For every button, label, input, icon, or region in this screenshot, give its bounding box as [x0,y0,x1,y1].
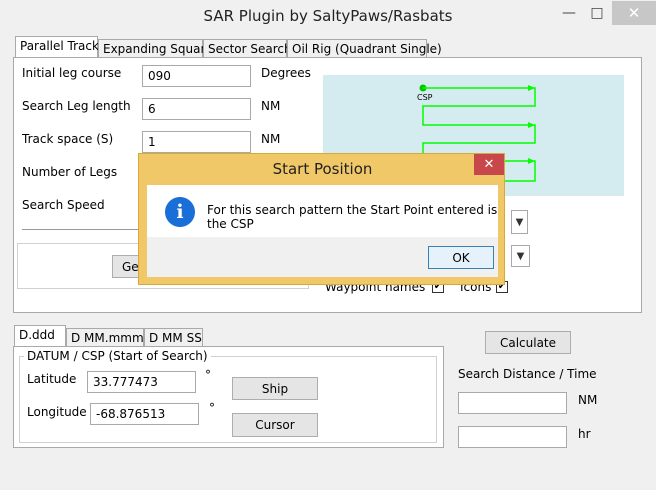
track-space-label: Track space (S) [22,132,114,146]
time-unit: hr [578,427,591,441]
dialog-title: Start Position [272,160,373,178]
distance-unit: NM [578,393,598,407]
search-leg-length-input[interactable]: 6 [142,98,251,120]
csp-label: CSP [417,93,433,102]
datum-group-label: DATUM / CSP (Start of Search) [24,349,211,363]
close-icon[interactable]: ✕ [474,154,504,175]
chevron-down-icon[interactable]: ▼ [511,210,528,234]
search-speed-label: Search Speed [22,198,105,212]
tab-label: D MM.mmm [71,331,144,345]
chevron-down-icon[interactable]: ▼ [511,245,530,267]
tab-parallel-track[interactable]: Parallel Track [15,36,99,58]
tab-d-mm-mmm[interactable]: D MM.mmm [66,328,144,347]
tab-expanding-square[interactable]: Expanding Square [98,39,213,58]
track-arrow [528,85,535,91]
cursor-button[interactable]: Cursor [232,413,318,437]
longitude-unit: ° [209,401,215,415]
title-bar: SAR Plugin by SaltyPaws/Rasbats — □ ✕ [0,0,656,33]
longitude-label: Longitude [27,405,87,419]
datum-group [19,356,437,443]
dialog-message: For this search pattern the Start Point … [207,203,498,231]
info-icon: i [165,197,195,227]
tab-label: Sector Search [208,42,292,56]
calculate-button-label: Calculate [499,335,557,350]
search-distance-time-label: Search Distance / Time [458,367,597,381]
tab-label: Expanding Square [103,42,213,56]
ok-button[interactable]: OK [428,246,494,269]
dialog-footer: OK [147,237,498,277]
divider [22,229,142,230]
close-icon[interactable]: ✕ [612,1,656,25]
tab-d-mm-ss[interactable]: D MM SS [144,328,203,347]
tab-label: D MM SS [149,331,202,345]
calculate-button[interactable]: Calculate [485,331,571,354]
maximize-icon[interactable]: □ [584,1,610,25]
longitude-input[interactable]: -68.876513 [90,403,199,425]
generate-button-label: Ge [122,259,139,274]
latitude-label: Latitude [27,372,77,386]
tab-label: D.ddd [19,328,55,342]
tab-label: Parallel Track [20,39,99,53]
ship-button-label: Ship [261,381,289,396]
search-leg-length-unit: NM [261,99,281,113]
initial-leg-course-unit: Degrees [261,66,311,80]
tab-sector-search[interactable]: Sector Search [203,39,292,58]
minimize-icon[interactable]: — [556,1,582,25]
track-space-input[interactable]: 1 [142,131,251,153]
start-position-dialog: Start Position ✕ i For this search patte… [138,153,505,285]
ok-button-label: OK [452,250,470,265]
latitude-input[interactable]: 33.777473 [87,371,196,393]
dialog-body: i For this search pattern the Start Poin… [147,185,498,237]
track-arrow [528,122,535,128]
cursor-button-label: Cursor [255,418,295,432]
search-time-output[interactable] [458,426,567,448]
initial-leg-course-input[interactable]: 090 [142,65,251,87]
number-of-legs-label: Number of Legs [22,165,118,179]
tab-label: Oil Rig (Quadrant Single) [292,42,442,56]
search-leg-length-label: Search Leg length [22,99,131,113]
tab-d-ddd[interactable]: D.ddd [14,325,66,347]
initial-leg-course-label: Initial leg course [22,66,122,80]
track-arrow [528,158,535,164]
search-distance-output[interactable] [458,392,567,414]
latitude-unit: ° [205,368,211,382]
track-space-unit: NM [261,132,281,146]
ship-button[interactable]: Ship [232,377,318,400]
tab-oil-rig[interactable]: Oil Rig (Quadrant Single) [287,39,442,58]
